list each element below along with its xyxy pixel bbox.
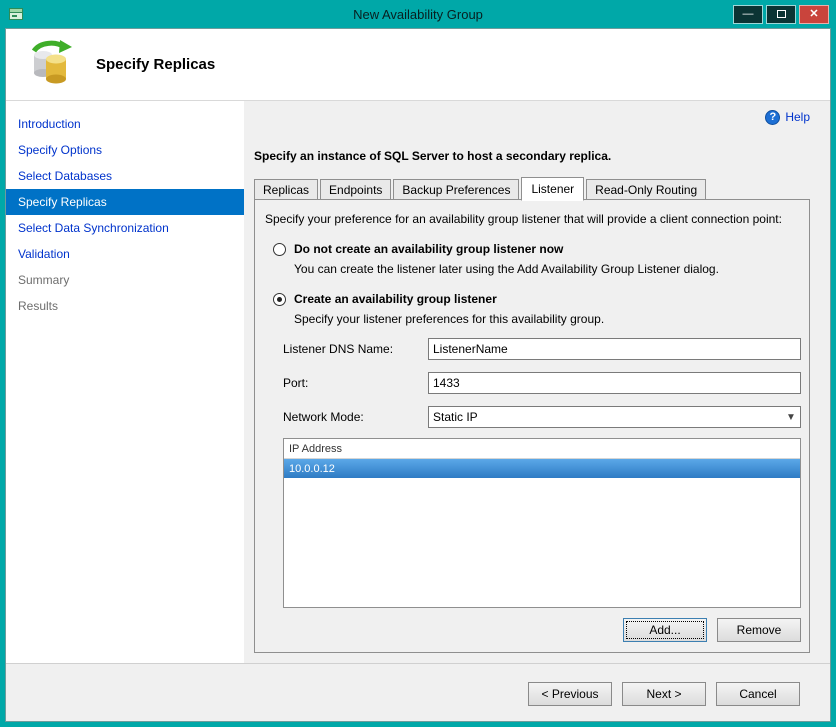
- no-listener-radio-label[interactable]: Do not create an availability group list…: [294, 242, 563, 256]
- sidebar-item-specify-options[interactable]: Specify Options: [6, 137, 244, 163]
- cancel-button[interactable]: Cancel: [716, 682, 800, 706]
- sidebar-item-summary: Summary: [18, 273, 70, 287]
- tab-listener[interactable]: Listener: [521, 177, 585, 201]
- dns-name-input[interactable]: [428, 338, 801, 360]
- titlebar: New Availability Group — ✕: [5, 0, 831, 28]
- ip-address-list[interactable]: IP Address 10.0.0.12: [283, 438, 801, 608]
- tab-read-only-routing[interactable]: Read-Only Routing: [586, 179, 707, 200]
- create-listener-description: Specify your listener preferences for th…: [294, 312, 605, 326]
- help-icon: ?: [765, 109, 781, 125]
- maximize-button[interactable]: [766, 4, 796, 24]
- close-button[interactable]: ✕: [799, 4, 829, 24]
- tab-strip: Replicas Endpoints Backup Preferences Li…: [254, 177, 810, 201]
- port-input[interactable]: [428, 372, 801, 394]
- sidebar-item-select-data-synchronization[interactable]: Select Data Synchronization: [6, 215, 244, 241]
- replica-database-icon: [28, 39, 74, 90]
- wizard-nav: Introduction Specify Options Select Data…: [6, 101, 244, 663]
- wizard-footer: < Previous Next > Cancel: [6, 663, 830, 721]
- create-listener-radio-label[interactable]: Create an availability group listener: [294, 292, 497, 306]
- dialog-surface: Specify Replicas Introduction Specify Op…: [5, 28, 831, 722]
- tab-endpoints[interactable]: Endpoints: [320, 179, 392, 200]
- tab-backup-preferences[interactable]: Backup Preferences: [393, 179, 520, 200]
- previous-button[interactable]: < Previous: [528, 682, 612, 706]
- instruction-text: Specify an instance of SQL Server to hos…: [254, 149, 612, 163]
- tab-replicas[interactable]: Replicas: [254, 179, 319, 200]
- ip-address-column-header: IP Address: [284, 439, 800, 459]
- main-panel: ? Help Specify an instance of SQL Server…: [244, 101, 830, 663]
- dialog-window: New Availability Group — ✕ Specify Repli…: [0, 0, 836, 727]
- add-button[interactable]: Add...: [623, 618, 707, 642]
- listener-preference-text: Specify your preference for an availabil…: [265, 212, 782, 226]
- sidebar-item-specify-replicas[interactable]: Specify Replicas: [6, 189, 244, 215]
- minimize-button[interactable]: —: [733, 4, 763, 24]
- next-button[interactable]: Next >: [622, 682, 706, 706]
- network-mode-label: Network Mode:: [283, 410, 364, 424]
- page-title: Specify Replicas: [96, 56, 216, 73]
- network-mode-value: Static IP: [433, 410, 478, 424]
- sidebar-item-select-databases[interactable]: Select Databases: [6, 163, 244, 189]
- ip-address-row[interactable]: 10.0.0.12: [284, 459, 800, 478]
- remove-button[interactable]: Remove: [717, 618, 801, 642]
- window-title: New Availability Group: [353, 6, 483, 22]
- dns-name-label: Listener DNS Name:: [283, 342, 394, 356]
- listener-tab-panel: Specify your preference for an availabil…: [254, 199, 810, 653]
- create-listener-radio[interactable]: [273, 292, 286, 306]
- network-mode-select[interactable]: Static IP ▼: [428, 406, 801, 428]
- help-link[interactable]: Help: [785, 110, 810, 124]
- port-label: Port:: [283, 376, 309, 390]
- wizard-header: Specify Replicas: [6, 29, 830, 101]
- sidebar-item-introduction[interactable]: Introduction: [6, 111, 244, 137]
- chevron-down-icon: ▼: [786, 411, 796, 423]
- sidebar-item-results: Results: [18, 299, 59, 313]
- no-listener-radio[interactable]: [273, 242, 286, 256]
- no-listener-description: You can create the listener later using …: [294, 262, 719, 276]
- sidebar-item-validation[interactable]: Validation: [6, 241, 244, 267]
- maximize-icon: [776, 10, 786, 18]
